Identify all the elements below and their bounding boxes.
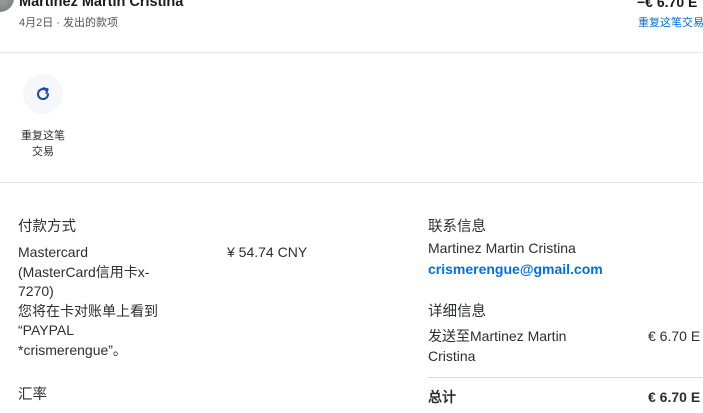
transaction-date-type: 4月2日 · 发出的款项 xyxy=(19,17,119,29)
recipient-name: Martinez Martin Cristina xyxy=(19,0,184,10)
contact-info-title: 联系信息 xyxy=(428,219,486,235)
avatar xyxy=(0,0,14,12)
contact-email-link[interactable]: crismerengue@gmail.com xyxy=(428,261,603,277)
total-label: 总计 xyxy=(428,389,456,405)
repeat-transaction-label: 重复这笔 交易 xyxy=(21,130,65,158)
repeat-transaction-link[interactable]: 重复这笔交易 xyxy=(638,14,703,30)
details-title: 详细信息 xyxy=(428,304,486,320)
transaction-amount: −€ 6.70 E xyxy=(637,0,698,10)
sent-to-label: 发送至Martinez Martin Cristina xyxy=(428,328,567,364)
exchange-rate-title: 汇率 xyxy=(18,387,47,403)
refresh-icon xyxy=(37,87,50,100)
payment-method-title: 付款方式 xyxy=(18,219,76,235)
total-amount: € 6.70 E xyxy=(648,389,701,405)
repeat-transaction-action[interactable]: 重复这笔 交易 xyxy=(12,74,74,160)
payment-amount-cny: ¥ 54.74 CNY xyxy=(227,244,308,260)
section-divider xyxy=(0,182,703,183)
payment-method-description: Mastercard (MasterCard信用卡x- 7270) 您将在卡对账… xyxy=(18,244,158,358)
total-separator xyxy=(428,377,703,378)
transaction-header: Martinez Martin Cristina 4月2日 · 发出的款项 −€… xyxy=(0,0,703,53)
repeat-transaction-button[interactable] xyxy=(23,74,63,114)
sent-amount: € 6.70 E xyxy=(648,328,701,344)
contact-name: Martinez Martin Cristina xyxy=(428,240,576,256)
